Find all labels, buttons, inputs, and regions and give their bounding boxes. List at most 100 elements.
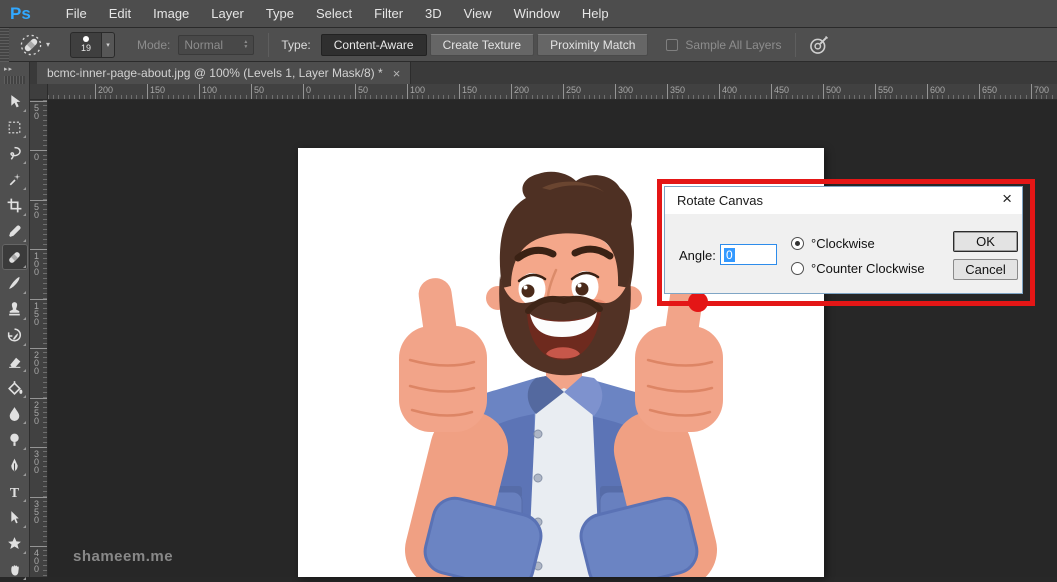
create-texture-button[interactable]: Create Texture — [430, 34, 535, 56]
tool-preset-button[interactable]: ▾ — [15, 31, 54, 59]
move-tool-icon — [6, 93, 23, 110]
ruler-tick — [963, 95, 964, 99]
ok-button[interactable]: OK — [953, 231, 1018, 252]
clockwise-label: °Clockwise — [811, 236, 875, 251]
move-tool[interactable] — [2, 88, 28, 114]
menu-item-3d[interactable]: 3D — [414, 6, 453, 21]
magic-wand-tool[interactable] — [2, 166, 28, 192]
dialog-title-bar[interactable]: Rotate Canvas × — [665, 187, 1022, 214]
ruler-tick — [693, 95, 694, 99]
ruler-label: 450 — [774, 85, 789, 95]
hand-tool[interactable] — [2, 556, 28, 582]
menu-item-view[interactable]: View — [453, 6, 503, 21]
ruler-origin-corner[interactable] — [30, 84, 48, 100]
proximity-match-button[interactable]: Proximity Match — [537, 34, 648, 56]
ruler-tick — [495, 95, 496, 99]
ruler-tick — [818, 95, 819, 99]
dodge-tool[interactable] — [2, 426, 28, 452]
gradient-tool[interactable] — [2, 374, 28, 400]
history-brush-tool[interactable] — [2, 322, 28, 348]
menu-item-file[interactable]: File — [55, 6, 98, 21]
spot-healing-brush-tool[interactable] — [2, 244, 28, 270]
ruler-tick — [43, 135, 47, 136]
pen-tool[interactable] — [2, 452, 28, 478]
brush-tip-dot — [83, 36, 89, 42]
menu-item-filter[interactable]: Filter — [363, 6, 414, 21]
menu-item-help[interactable]: Help — [571, 6, 620, 21]
ruler-tick — [864, 95, 865, 99]
crop-tool[interactable] — [2, 192, 28, 218]
radio-selected-icon[interactable] — [791, 237, 804, 250]
ruler-tick — [646, 95, 647, 99]
collapse-panel-icon[interactable]: ▸▸ — [0, 62, 29, 73]
menu-item-window[interactable]: Window — [503, 6, 571, 21]
document-tab[interactable]: bcmc-inner-page-about.jpg @ 100% (Levels… — [37, 62, 411, 84]
ruler-tick — [43, 293, 47, 294]
counter-clockwise-radio[interactable]: °Counter Clockwise — [791, 261, 925, 276]
eraser-tool[interactable] — [2, 348, 28, 374]
menu-item-type[interactable]: Type — [255, 6, 305, 21]
eyedropper-tool[interactable] — [2, 218, 28, 244]
ruler-tick — [43, 377, 47, 378]
ruler-tick — [781, 95, 782, 99]
ruler-tick — [43, 442, 47, 443]
ruler-tick — [287, 95, 288, 99]
tools-panel-grip[interactable] — [4, 76, 25, 84]
options-bar-grip-handle[interactable] — [0, 28, 9, 62]
document-tab-bar: bcmc-inner-page-about.jpg @ 100% (Levels… — [30, 62, 1057, 84]
brush-size-picker[interactable]: 19 ▾ — [70, 32, 115, 58]
brush-size-dropdown-icon[interactable]: ▾ — [102, 32, 115, 58]
ruler-tick-major — [30, 249, 48, 250]
custom-shape-tool[interactable] — [2, 530, 28, 556]
ruler-tick — [651, 95, 652, 99]
brush-preview[interactable]: 19 — [70, 32, 102, 58]
ruler-tick — [162, 95, 163, 99]
rectangular-marquee-tool[interactable] — [2, 114, 28, 140]
content-aware-button[interactable]: Content-Aware — [321, 34, 427, 56]
ruler-tick — [43, 145, 47, 146]
options-separator — [268, 33, 269, 57]
brush-tool[interactable] — [2, 270, 28, 296]
lasso-tool[interactable] — [2, 140, 28, 166]
tab-close-icon[interactable]: × — [393, 67, 401, 80]
vertical-ruler[interactable]: 5 005 01 0 01 5 02 0 02 5 03 0 03 5 04 0… — [30, 100, 48, 577]
ruler-tick — [209, 95, 210, 99]
clockwise-radio[interactable]: °Clockwise — [791, 236, 875, 251]
horizontal-ruler[interactable]: 2001501005005010015020025030035040045050… — [48, 84, 1057, 100]
sample-all-layers-checkbox[interactable] — [666, 39, 678, 51]
dialog-title: Rotate Canvas — [677, 193, 763, 208]
path-selection-tool[interactable] — [2, 504, 28, 530]
angle-input[interactable]: 0 — [720, 244, 777, 265]
spot-healing-brush-icon — [19, 33, 43, 57]
ruler-tick — [43, 204, 47, 205]
ruler-tick — [859, 95, 860, 99]
options-bar: ▾ 19 ▾ Mode: Normal ▲▼ Type: Content-Awa… — [0, 28, 1057, 62]
ruler-tick — [833, 95, 834, 99]
ruler-tick — [755, 95, 756, 99]
mode-label: Mode: — [137, 38, 170, 52]
dialog-close-icon[interactable]: × — [1002, 190, 1012, 207]
ruler-tick — [43, 258, 47, 259]
crop-tool-icon — [6, 197, 23, 214]
radio-unselected-icon[interactable] — [791, 262, 804, 275]
cancel-button[interactable]: Cancel — [953, 259, 1018, 280]
ruler-tick — [74, 95, 75, 99]
man-left-thumbs-up — [399, 276, 487, 432]
ruler-label: 5 0 — [34, 104, 39, 120]
clone-stamp-tool[interactable] — [2, 296, 28, 322]
ruler-tick — [578, 95, 579, 99]
tool-preset-dropdown-icon[interactable]: ▾ — [46, 40, 50, 49]
ruler-label: 300 — [618, 85, 633, 95]
type-tool[interactable]: T — [2, 478, 28, 504]
tablet-pressure-icon[interactable] — [808, 34, 830, 56]
menu-item-edit[interactable]: Edit — [98, 6, 142, 21]
ruler-tick — [776, 95, 777, 99]
ruler-tick — [698, 95, 699, 99]
menu-item-layer[interactable]: Layer — [200, 6, 255, 21]
ruler-label: 150 — [150, 85, 165, 95]
menu-item-image[interactable]: Image — [142, 6, 200, 21]
ruler-tick — [43, 159, 47, 160]
menu-item-select[interactable]: Select — [305, 6, 363, 21]
ruler-tick — [43, 333, 47, 334]
blur-tool[interactable] — [2, 400, 28, 426]
